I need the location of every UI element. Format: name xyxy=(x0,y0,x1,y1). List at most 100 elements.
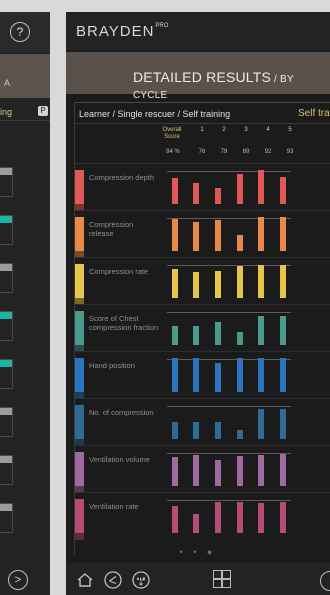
next-icon[interactable] xyxy=(320,571,330,591)
cycle-bar xyxy=(237,456,243,486)
metric-max-line xyxy=(167,312,291,313)
overall-score-bar xyxy=(172,422,178,439)
metric-max-line xyxy=(167,218,291,219)
metric-row: Compression depth xyxy=(75,163,330,211)
cycle-bar xyxy=(258,358,264,392)
page-indicator: • • ● xyxy=(179,547,217,557)
previous-row-item xyxy=(0,503,13,533)
previous-row-item xyxy=(0,407,13,437)
metric-label: Ventilation volume xyxy=(89,455,150,464)
metric-row: No. of compression xyxy=(75,398,330,446)
overall-score-bar xyxy=(172,457,178,486)
metric-label: No. of compression xyxy=(89,408,154,417)
cycle-bar xyxy=(258,455,264,486)
training-mode: Self trai xyxy=(298,108,330,119)
previous-title-band: A xyxy=(0,54,50,98)
cycle-header: 2 xyxy=(222,127,226,133)
cycle-score: 93 xyxy=(286,149,294,155)
cycle-bar xyxy=(258,217,264,251)
metric-color-swatch xyxy=(75,405,84,439)
bottom-toolbar xyxy=(66,563,330,595)
overall-score-bar xyxy=(172,269,178,298)
cycle-bar xyxy=(215,363,221,392)
previous-row-item xyxy=(0,455,13,485)
cycle-bar xyxy=(215,188,221,204)
cycle-bar xyxy=(193,183,199,204)
help-button[interactable]: ? xyxy=(10,22,30,42)
metric-color-swatch xyxy=(75,358,84,392)
metric-row: Compression release xyxy=(75,210,330,258)
overall-score-bar xyxy=(172,506,178,533)
overall-score-bar xyxy=(172,219,178,251)
cycle-bar xyxy=(280,409,286,439)
previous-screen: ? A ing P > xyxy=(0,12,50,595)
metric-label: Compression depth xyxy=(89,173,155,182)
previous-row-item xyxy=(0,215,13,245)
cycle-bar xyxy=(258,316,264,345)
cycle-bar xyxy=(193,455,199,486)
previous-title-text: A xyxy=(4,78,11,88)
overall-score-bar xyxy=(172,358,178,392)
cycle-bar xyxy=(280,217,286,251)
cycle-bar xyxy=(258,265,264,298)
metric-color-swatch xyxy=(75,170,84,204)
cycle-header: 5 xyxy=(288,127,292,133)
cycle-bar xyxy=(280,358,286,392)
previous-row-item xyxy=(0,167,13,197)
title-bar: DETAILED RESULTS / BY CYCLE xyxy=(66,52,330,101)
metric-label: Hand position xyxy=(89,361,135,370)
metric-row: Score of Chest compression fraction xyxy=(75,304,330,352)
previous-next-button[interactable]: > xyxy=(8,570,28,590)
cycle-bar xyxy=(237,235,243,251)
previous-row-item xyxy=(0,359,13,389)
previous-panel-header: ing P xyxy=(0,102,50,121)
metric-color-swatch xyxy=(75,217,84,251)
cycle-bar xyxy=(193,222,199,251)
cycle-score: 76 xyxy=(198,149,206,155)
metric-max-line xyxy=(167,265,291,266)
cycle-bar xyxy=(215,271,221,298)
xls-export-icon[interactable] xyxy=(132,571,150,589)
previous-row-item xyxy=(0,263,13,293)
cycle-bar xyxy=(237,358,243,392)
metric-color-swatch xyxy=(75,311,84,345)
cycle-bar xyxy=(193,422,199,439)
cycle-bar xyxy=(237,266,243,298)
cycle-score: 92 xyxy=(264,149,272,155)
metric-max-line xyxy=(167,359,291,360)
cycle-bar xyxy=(258,170,264,204)
overall-score-bar xyxy=(172,326,178,345)
cycle-bar xyxy=(193,358,199,392)
page-title: DETAILED RESULTS / BY CYCLE xyxy=(133,69,330,101)
cycle-bar xyxy=(280,316,286,345)
results-panel: Learner / Single rescuer / Self training… xyxy=(74,102,330,555)
metric-max-line xyxy=(167,406,291,407)
brand-logo: BRAYDENPRO xyxy=(76,23,168,40)
brand-name: BRAYDEN xyxy=(76,23,155,40)
overall-score-heading: Overall Score xyxy=(155,127,189,141)
cycle-score: 89 xyxy=(242,149,250,155)
metric-label: Compression rate xyxy=(89,267,149,276)
cycle-bar xyxy=(215,220,221,251)
home-icon[interactable] xyxy=(76,571,94,589)
overall-label-line2: Score xyxy=(164,134,180,140)
metric-row: Compression rate xyxy=(75,257,330,305)
metric-max-line xyxy=(167,171,291,172)
cycle-score: 79 xyxy=(220,149,228,155)
app-topbar: BRAYDENPRO xyxy=(66,12,330,50)
cycle-bar xyxy=(237,174,243,204)
metric-max-line xyxy=(167,500,291,501)
cycle-bar xyxy=(193,514,199,533)
previous-header-text: ing xyxy=(0,107,13,117)
cycle-bar xyxy=(215,460,221,486)
share-icon[interactable] xyxy=(104,571,122,589)
metric-color-swatch xyxy=(75,264,84,298)
cycle-bar xyxy=(258,503,264,533)
learner-info: Learner / Single rescuer / Self training xyxy=(79,109,231,119)
metric-color-swatch xyxy=(75,452,84,486)
metric-color-swatch xyxy=(75,499,84,533)
overall-label-line1: Overall xyxy=(162,127,182,133)
cycle-header: 4 xyxy=(266,127,270,133)
grid-icon[interactable] xyxy=(213,570,231,588)
metric-max-line xyxy=(167,453,291,454)
